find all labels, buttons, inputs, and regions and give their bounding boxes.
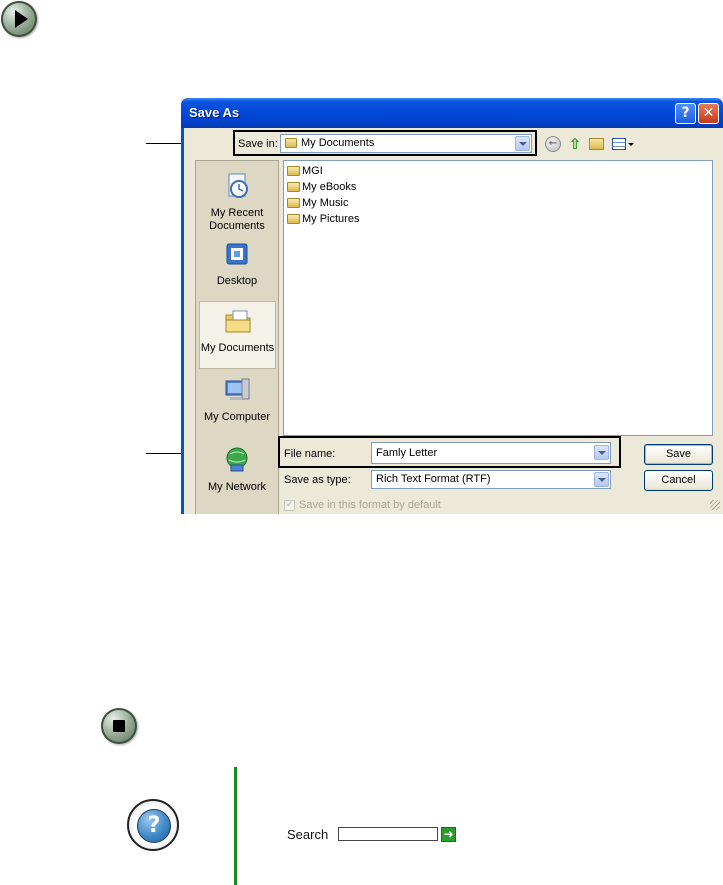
place-desktop[interactable]: Desktop xyxy=(196,235,278,303)
folder-name: My eBooks xyxy=(302,180,357,193)
close-button[interactable]: ✕ xyxy=(698,103,719,124)
folder-icon xyxy=(287,165,300,176)
save-in-value: My Documents xyxy=(301,137,375,149)
music-folder-icon xyxy=(287,197,300,208)
help-divider xyxy=(234,767,237,885)
manual-page: Save As ? ✕ Save in: My Documents ← ⇧ My… xyxy=(0,0,723,885)
dialog-title: Save As xyxy=(189,105,240,120)
my-documents-icon xyxy=(225,310,251,333)
play-arrow-icon xyxy=(1,1,37,37)
cancel-button[interactable]: Cancel xyxy=(644,470,713,491)
folder-name: My Music xyxy=(302,196,349,209)
list-item[interactable]: My Music xyxy=(287,195,348,210)
arrow-right-icon[interactable]: ➜ xyxy=(441,826,457,842)
folder-name: MGI xyxy=(302,164,323,177)
place-label: My Network xyxy=(207,481,267,493)
save-in-label: Save in: xyxy=(238,138,278,150)
file-name-label: File name: xyxy=(284,448,336,460)
chevron-down-icon[interactable] xyxy=(594,472,609,487)
help-button[interactable]: ? xyxy=(675,103,696,124)
dialog-titlebar[interactable]: Save As ? ✕ xyxy=(181,98,723,128)
chevron-down-icon[interactable] xyxy=(515,136,530,151)
save-default-checkbox: ✓ xyxy=(284,499,295,511)
desktop-icon xyxy=(226,243,248,265)
place-label: Desktop xyxy=(216,275,258,287)
place-my-recent-documents[interactable]: My Recent Documents xyxy=(196,167,278,235)
search-input[interactable] xyxy=(338,827,439,841)
places-bar: My Recent Documents Desktop My Documents xyxy=(195,160,279,514)
place-my-computer[interactable]: My Computer xyxy=(196,371,278,439)
save-default-label: Save in this format by default xyxy=(299,499,441,511)
place-my-network[interactable]: My Network xyxy=(196,441,278,509)
file-name-value: Famly Letter xyxy=(376,447,438,459)
resize-grip-icon[interactable] xyxy=(710,500,720,510)
save-button[interactable]: Save xyxy=(644,444,713,465)
place-label: My Documents xyxy=(200,342,275,354)
save-in-dropdown[interactable]: My Documents xyxy=(280,134,532,153)
stop-square-icon xyxy=(101,708,137,744)
up-one-level-icon[interactable]: ⇧ xyxy=(567,136,583,152)
pictures-folder-icon xyxy=(287,213,300,224)
list-item[interactable]: MGI xyxy=(287,163,323,178)
list-item[interactable]: My eBooks xyxy=(287,179,356,194)
help-question-icon: ? xyxy=(127,799,179,851)
place-my-documents[interactable]: My Documents xyxy=(199,301,276,369)
folder-name: My Pictures xyxy=(302,212,360,225)
file-list[interactable]: MGI My eBooks My Music My Pictures xyxy=(283,160,713,436)
chevron-down-icon[interactable] xyxy=(594,445,609,460)
save-as-type-dropdown[interactable]: Rich Text Format (RTF) xyxy=(371,470,611,489)
back-icon[interactable]: ← xyxy=(545,136,561,152)
save-as-type-value: Rich Text Format (RTF) xyxy=(376,473,491,485)
place-label: My Computer xyxy=(203,411,271,423)
help-search: Search ➜ xyxy=(287,824,457,844)
file-name-input[interactable]: Famly Letter xyxy=(371,442,611,464)
save-as-type-label: Save as type: xyxy=(284,474,351,486)
new-folder-icon[interactable] xyxy=(589,138,604,150)
views-dropdown-arrow-icon[interactable] xyxy=(628,143,634,146)
views-menu-icon[interactable] xyxy=(612,138,626,150)
question-mark-icon: ? xyxy=(137,809,171,843)
list-item[interactable]: My Pictures xyxy=(287,211,359,226)
search-label: Search xyxy=(287,826,329,842)
my-computer-icon xyxy=(225,378,250,400)
save-default-option: ✓ Save in this format by default xyxy=(284,499,441,511)
save-as-dialog: Save As ? ✕ Save in: My Documents ← ⇧ My… xyxy=(181,98,723,514)
recent-documents-icon xyxy=(228,173,248,198)
my-network-icon xyxy=(226,447,248,472)
my-documents-small-icon xyxy=(285,138,297,148)
place-label: My Recent Documents xyxy=(209,207,265,232)
folder-icon xyxy=(287,181,300,192)
